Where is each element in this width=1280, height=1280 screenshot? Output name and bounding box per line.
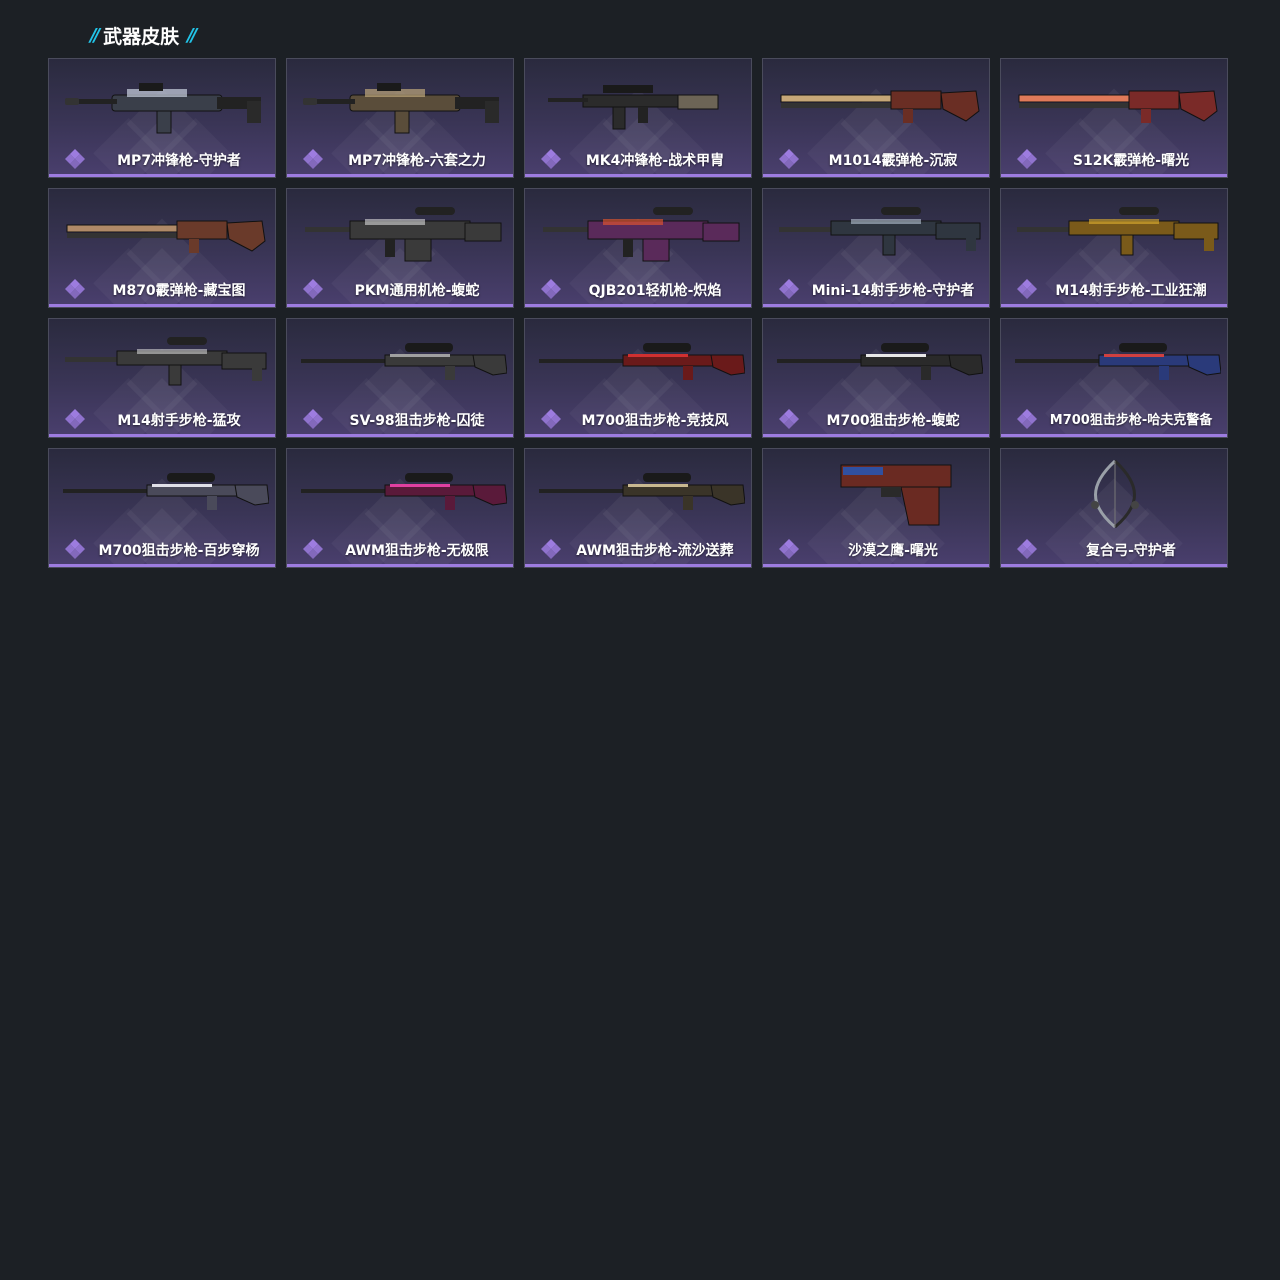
rarity-diamond-icon <box>779 149 799 169</box>
rarity-diamond-icon <box>541 149 561 169</box>
marksman-rifle-icon <box>65 337 267 386</box>
rarity-diamond-icon <box>541 409 561 429</box>
rarity-diamond-icon <box>779 539 799 559</box>
weapon-skin-name: SV-98狙击步枪-囚徒 <box>349 413 485 429</box>
weapon-skin-card[interactable]: QJB201轻机枪-炽焰 <box>524 188 752 308</box>
marksman-rifle-icon <box>779 207 981 256</box>
weapon-skin-grid: MP7冲锋枪-守护者 MP7冲锋枪-六套之力 MK4冲锋枪-战术甲胄 M1014… <box>48 58 1228 568</box>
shotgun-icon <box>66 220 266 253</box>
weapon-skin-card[interactable]: AWM狙击步枪-无极限 <box>286 448 514 568</box>
weapon-skin-card[interactable]: 沙漠之鹰-曙光 <box>762 448 990 568</box>
compound-bow-icon <box>1091 459 1139 529</box>
weapon-skin-name: 复合弓-守护者 <box>1086 543 1176 559</box>
weapon-skin-card[interactable]: MP7冲锋枪-六套之力 <box>286 58 514 178</box>
sniper-rifle-icon <box>777 343 983 380</box>
rarity-diamond-icon <box>65 279 85 299</box>
weapon-skin-card[interactable]: AWM狙击步枪-流沙送葬 <box>524 448 752 568</box>
weapon-skin-card[interactable]: M700狙击步枪-竞技风 <box>524 318 752 438</box>
machine-gun-icon <box>543 207 740 262</box>
rarity-diamond-icon <box>65 539 85 559</box>
smg-icon <box>65 83 261 134</box>
rarity-diamond-icon <box>303 539 323 559</box>
weapon-skin-card[interactable]: M700狙击步枪-哈夫克警备 <box>1000 318 1228 438</box>
weapon-skin-card[interactable]: PKM通用机枪-蝮蛇 <box>286 188 514 308</box>
weapon-skin-card[interactable]: M870霰弹枪-藏宝图 <box>48 188 276 308</box>
sniper-rifle-icon <box>539 473 745 510</box>
weapon-skin-card[interactable]: M1014霰弹枪-沉寂 <box>762 58 990 178</box>
rarity-diamond-icon <box>303 409 323 429</box>
sniper-rifle-icon <box>1015 343 1221 380</box>
sniper-rifle-icon <box>301 473 507 510</box>
slash-decoration-right: // <box>187 24 197 46</box>
weapon-skin-card[interactable]: MK4冲锋枪-战术甲胄 <box>524 58 752 178</box>
rarity-diamond-icon <box>303 279 323 299</box>
weapon-skin-card[interactable]: M14射手步枪-工业狂潮 <box>1000 188 1228 308</box>
weapon-skin-card[interactable]: M700狙击步枪-百步穿杨 <box>48 448 276 568</box>
rarity-diamond-icon <box>1017 409 1037 429</box>
rarity-diamond-icon <box>779 279 799 299</box>
weapon-skin-card[interactable]: SV-98狙击步枪-囚徒 <box>286 318 514 438</box>
assault-rifle-icon <box>548 85 719 130</box>
rarity-diamond-icon <box>541 539 561 559</box>
weapon-skin-name: M700狙击步枪-哈夫克警备 <box>1049 413 1213 428</box>
weapon-skin-name: Mini-14射手步枪-守护者 <box>811 283 975 299</box>
pistol-icon <box>840 464 952 526</box>
shotgun-icon <box>780 90 980 123</box>
sniper-rifle-icon <box>301 343 507 380</box>
sniper-rifle-icon <box>539 343 745 380</box>
weapon-skin-name: M700狙击步枪-百步穿杨 <box>98 543 260 559</box>
section-header: // 武器皮肤 // <box>90 22 197 48</box>
weapon-skin-card[interactable]: MP7冲锋枪-守护者 <box>48 58 276 178</box>
rarity-diamond-icon <box>1017 149 1037 169</box>
weapon-skin-name: AWM狙击步枪-无极限 <box>345 543 489 559</box>
weapon-skin-name: QJB201轻机枪-炽焰 <box>588 283 722 299</box>
weapon-skin-name: S12K霰弹枪-曙光 <box>1072 153 1190 169</box>
shotgun-icon <box>1018 90 1218 123</box>
rarity-diamond-icon <box>541 279 561 299</box>
section-title: 武器皮肤 <box>103 25 180 48</box>
weapon-skin-name: 沙漠之鹰-曙光 <box>848 543 938 559</box>
rarity-diamond-icon <box>303 149 323 169</box>
machine-gun-icon <box>305 207 502 262</box>
rarity-diamond-icon <box>1017 539 1037 559</box>
weapon-skin-name: M14射手步枪-猛攻 <box>117 413 241 429</box>
rarity-diamond-icon <box>779 409 799 429</box>
weapon-skin-name: M1014霰弹枪-沉寂 <box>828 153 958 169</box>
smg-icon <box>303 83 499 134</box>
weapon-skin-name: M870霰弹枪-藏宝图 <box>112 283 246 299</box>
rarity-diamond-icon <box>65 409 85 429</box>
weapon-skin-name: M700狙击步枪-竞技风 <box>581 413 729 429</box>
weapon-skin-card[interactable]: S12K霰弹枪-曙光 <box>1000 58 1228 178</box>
marksman-rifle-icon <box>1017 207 1219 256</box>
weapon-skin-card[interactable]: M14射手步枪-猛攻 <box>48 318 276 438</box>
weapon-skin-name: M700狙击步枪-蝮蛇 <box>826 413 960 429</box>
rarity-diamond-icon <box>1017 279 1037 299</box>
weapon-skin-name: MP7冲锋枪-六套之力 <box>348 153 486 169</box>
rarity-diamond-icon <box>65 149 85 169</box>
weapon-skin-card[interactable]: M700狙击步枪-蝮蛇 <box>762 318 990 438</box>
weapon-skin-card[interactable]: Mini-14射手步枪-守护者 <box>762 188 990 308</box>
weapon-skin-name: MK4冲锋枪-战术甲胄 <box>585 153 725 169</box>
slash-decoration-left: // <box>90 24 100 46</box>
weapon-skin-card[interactable]: 复合弓-守护者 <box>1000 448 1228 568</box>
weapon-skin-name: AWM狙击步枪-流沙送葬 <box>576 543 734 559</box>
weapon-skin-name: PKM通用机枪-蝮蛇 <box>354 283 480 299</box>
sniper-rifle-icon <box>63 473 269 510</box>
weapon-skin-name: M14射手步枪-工业狂潮 <box>1055 283 1207 299</box>
weapon-skin-name: MP7冲锋枪-守护者 <box>117 153 241 169</box>
